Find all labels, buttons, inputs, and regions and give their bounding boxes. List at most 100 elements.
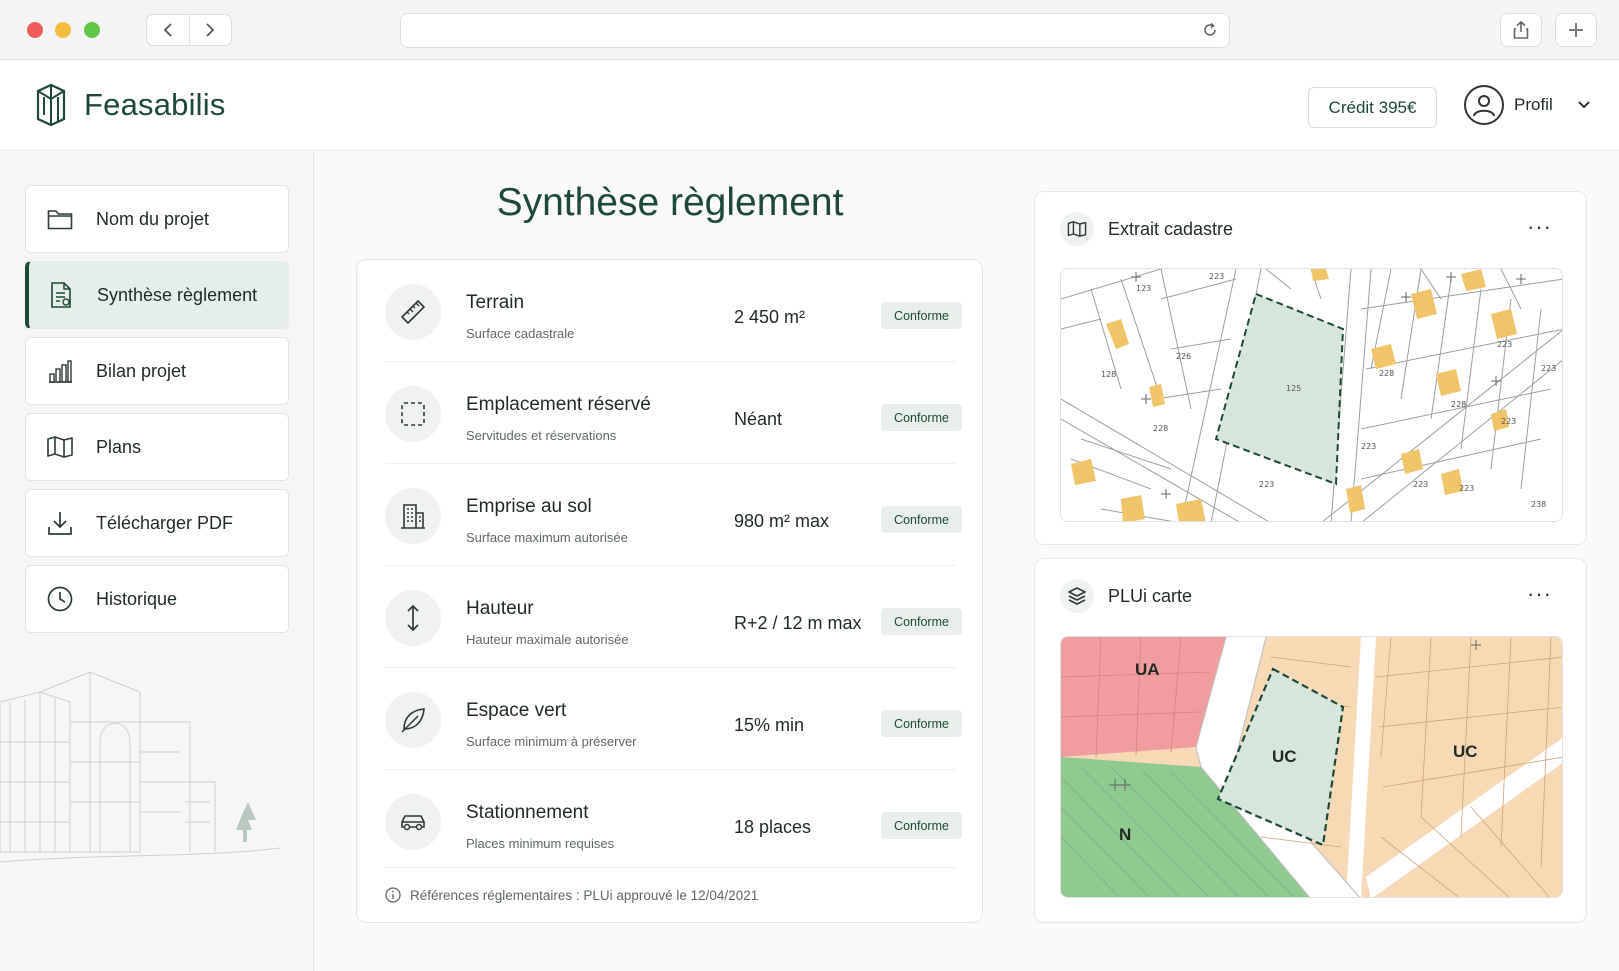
zone-label-ua: UA <box>1135 660 1160 679</box>
map-icon <box>1060 212 1094 246</box>
rule-value: Néant <box>734 409 783 429</box>
rule-subtitle: Surface maximum autorisée <box>466 530 628 545</box>
sidebar-item-telecharger-pdf[interactable]: Télécharger PDF <box>25 489 289 557</box>
footnote-text: Références réglementaires : PLUi approuv… <box>410 887 759 903</box>
leaf-icon <box>385 692 441 748</box>
more-options-icon[interactable]: ··· <box>1527 581 1552 607</box>
brand-name: Feasabilis <box>84 87 226 122</box>
zone-label-n: N <box>1119 825 1131 844</box>
plui-card: PLUi carte ··· UA UC UC N <box>1034 558 1587 923</box>
profile-menu[interactable]: Profil <box>1464 85 1591 125</box>
window-zoom-button[interactable] <box>84 22 100 38</box>
profile-label: Profil <box>1514 95 1553 114</box>
status-badge: Conforme <box>881 302 962 329</box>
rule-row-espace-vert: Espace vert Surface minimum à préserver … <box>385 668 962 770</box>
back-button[interactable] <box>147 15 190 45</box>
rule-value: 2 450 m² <box>734 307 806 327</box>
download-icon <box>46 509 74 537</box>
sidebar-item-plans[interactable]: Plans <box>25 413 289 481</box>
sidebar: Nom du projet Synthèse règlement Bilan p… <box>0 152 314 971</box>
clock-icon <box>46 585 74 613</box>
page-title: Synthèse règlement <box>496 181 844 224</box>
parcel-label: 125 <box>1286 384 1301 393</box>
sidebar-item-synthese-reglement[interactable]: Synthèse règlement <box>25 261 289 329</box>
info-icon <box>385 887 401 903</box>
ruler-icon <box>385 284 441 340</box>
sidebar-item-label: Plans <box>96 436 142 457</box>
rule-title: Emplacement réservé <box>466 394 651 415</box>
plui-map-drawing: UA UC UC N <box>1061 637 1562 897</box>
more-options-icon[interactable]: ··· <box>1527 214 1552 240</box>
rule-title: Hauteur <box>466 598 534 619</box>
reload-icon[interactable] <box>1201 21 1219 44</box>
layers-icon <box>1060 579 1094 613</box>
status-badge: Conforme <box>881 404 962 431</box>
zone-label-uc: UC <box>1272 747 1297 766</box>
rule-subtitle: Hauteur maximale autorisée <box>466 632 629 647</box>
address-bar[interactable] <box>400 13 1230 48</box>
status-badge: Conforme <box>881 812 962 839</box>
cadastre-header: Extrait cadastre <box>1060 212 1233 246</box>
rule-value: 980 m² max <box>734 511 830 531</box>
plui-title: PLUi carte <box>1108 585 1193 606</box>
rule-title: Espace vert <box>466 700 567 721</box>
map-icon <box>46 433 74 461</box>
window-minimize-button[interactable] <box>55 22 71 38</box>
parcel-label: 223 <box>1541 364 1556 373</box>
parcel-label: 228 <box>1451 400 1466 409</box>
rule-subtitle: Places minimum requises <box>466 836 615 851</box>
parcel-label: 223 <box>1413 480 1428 489</box>
rule-subtitle: Surface minimum à préserver <box>466 734 637 749</box>
sidebar-item-label: Nom du projet <box>96 208 210 229</box>
credit-button[interactable]: Crédit 395€ <box>1308 87 1437 128</box>
sidebar-item-label: Synthèse règlement <box>97 284 258 305</box>
parcel-label: 123 <box>1136 284 1151 293</box>
sidebar-item-bilan-projet[interactable]: Bilan projet <box>25 337 289 405</box>
status-badge: Conforme <box>881 608 962 635</box>
status-badge: Conforme <box>881 506 962 533</box>
share-button[interactable] <box>1500 13 1542 47</box>
rule-title: Emprise au sol <box>466 496 592 517</box>
vertical-arrows-icon <box>385 590 441 646</box>
folder-icon <box>46 205 74 233</box>
brand-logo[interactable]: Feasabilis <box>32 81 226 129</box>
avatar-icon <box>1464 85 1504 125</box>
rule-row-stationnement: Stationnement Places minimum requises 18… <box>385 770 962 868</box>
cadastre-map[interactable]: 123 223 226 125 128 228 228 223 228 223 … <box>1060 268 1563 522</box>
rule-row-emplacement-reserve: Emplacement réservé Servitudes et réserv… <box>385 362 962 464</box>
new-tab-button[interactable] <box>1555 13 1597 47</box>
sidebar-item-label: Historique <box>96 588 178 609</box>
sidebar-item-historique[interactable]: Historique <box>25 565 289 633</box>
document-icon <box>47 281 75 309</box>
forward-button[interactable] <box>190 15 232 45</box>
cadastre-map-drawing: 123 223 226 125 128 228 228 223 228 223 … <box>1061 269 1562 521</box>
app-header: Feasabilis Crédit 395€ Profil <box>0 61 1619 151</box>
sidebar-item-nom-du-projet[interactable]: Nom du projet <box>25 185 289 253</box>
parcel-label: 223 <box>1259 480 1274 489</box>
window-close-button[interactable] <box>27 22 43 38</box>
cadastre-title: Extrait cadastre <box>1108 218 1234 239</box>
bar-chart-icon <box>46 357 74 385</box>
sidebar-item-label: Bilan projet <box>96 360 187 381</box>
status-badge: Conforme <box>881 710 962 737</box>
rule-row-hauteur: Hauteur Hauteur maximale autorisée R+2 /… <box>385 566 962 668</box>
city-skyline-illustration <box>0 671 280 863</box>
parcel-label: 223 <box>1459 484 1474 493</box>
rule-value: 18 places <box>734 817 812 837</box>
plus-icon <box>1569 23 1583 37</box>
share-icon <box>1513 20 1529 39</box>
parcel-label: 226 <box>1176 352 1191 361</box>
parcel-label: 228 <box>1153 424 1168 433</box>
parcel-label: 228 <box>1379 369 1394 378</box>
rule-value: 15% min <box>734 715 805 735</box>
parcel-label: 223 <box>1497 340 1512 349</box>
rule-subtitle: Surface cadastrale <box>466 326 575 341</box>
sidebar-item-label: Télécharger PDF <box>96 512 234 533</box>
rule-value: R+2 / 12 m max <box>734 613 862 633</box>
chevron-right-icon <box>206 23 215 37</box>
plui-map[interactable]: UA UC UC N <box>1060 636 1563 898</box>
parcel-label: 128 <box>1101 370 1116 379</box>
parcel-label: 223 <box>1501 417 1516 426</box>
browser-chrome <box>0 0 1619 60</box>
rule-subtitle: Servitudes et réservations <box>466 428 617 443</box>
